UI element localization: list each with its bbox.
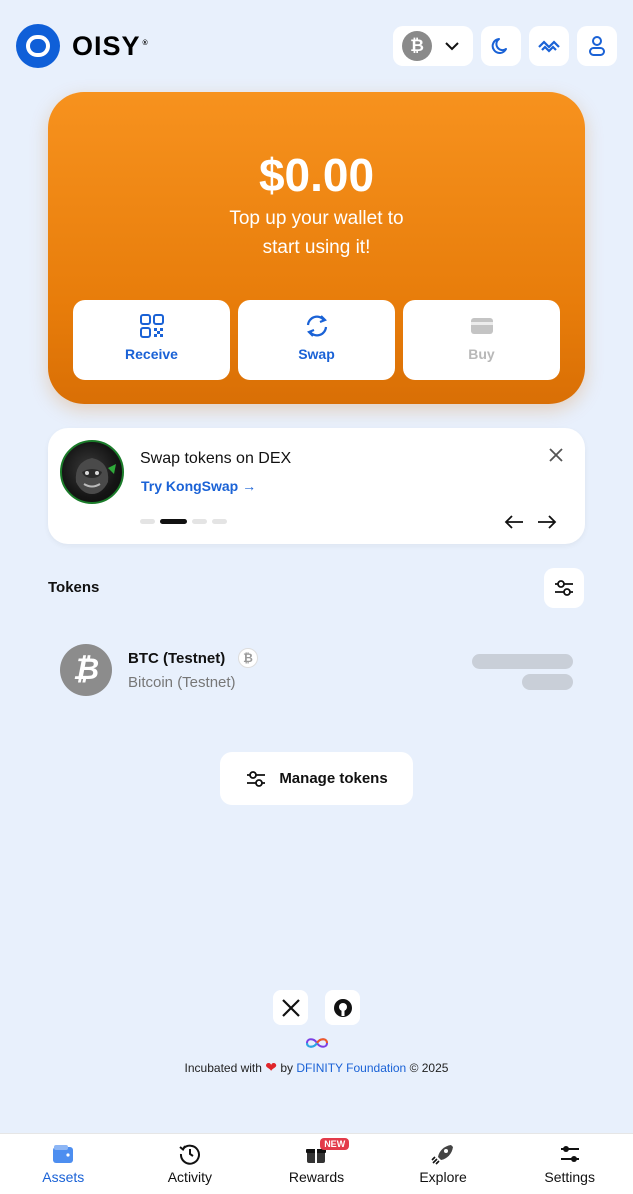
moon-icon [491,38,507,54]
swap-label: Swap [298,346,335,362]
bitcoin-icon: ₿ [402,31,432,61]
x-logo-icon [281,998,300,1017]
nav-settings[interactable]: Settings [506,1134,633,1194]
promo-card: Swap tokens on DEX Try KongSwap → [48,428,585,544]
carousel-dots [140,519,227,524]
swap-icon [306,315,327,337]
x-twitter-link[interactable] [273,990,308,1025]
topup-message: Top up your wallet to start using it! [229,208,404,258]
manage-tokens-button[interactable]: Manage tokens [220,752,413,805]
rocket-icon [431,1145,454,1165]
header: OISY ® ₿ [0,0,633,92]
carousel-next-button[interactable] [535,510,559,534]
token-name: BTC (Testnet) [128,650,226,667]
carousel-prev-button[interactable] [502,510,526,534]
carousel-dot[interactable] [140,519,155,524]
nav-rewards[interactable]: NEW Rewards [253,1134,380,1194]
nav-assets[interactable]: Assets [0,1134,127,1194]
dfinity-infinity-icon [305,1038,329,1048]
token-subtitle: Bitcoin (Testnet) [128,674,236,691]
network-badge-bitcoin-icon: ₿ [238,648,258,668]
carousel-dot[interactable] [212,519,227,524]
wallet-icon [53,1145,74,1163]
oisy-logo-mark-icon [16,24,60,68]
kongswap-link[interactable]: Try KongSwap → [141,478,256,494]
promo-title: Swap tokens on DEX [140,450,292,467]
logo-wordmark: OISY ® [72,30,149,61]
user-icon [589,36,605,56]
waves-icon [538,40,560,53]
token-filter-button[interactable] [544,568,584,608]
buy-button[interactable]: Buy [403,300,560,380]
arrow-left-icon [504,515,523,529]
close-icon [549,448,563,462]
bottom-nav: Assets Activity NEW Rewards Explore Sett… [0,1133,633,1194]
usd-skeleton [522,674,573,690]
chevron-down-icon [445,42,459,51]
balance-skeleton [472,654,573,669]
waves-button[interactable] [529,26,569,66]
receive-button[interactable]: Receive [73,300,230,380]
buy-label: Buy [468,346,495,362]
receive-label: Receive [125,346,178,362]
arrow-right-icon [538,515,557,529]
heart-icon: ❤ [265,1059,278,1075]
swap-button[interactable]: Swap [238,300,395,380]
network-selector-button[interactable]: ₿ [393,26,473,66]
kongswap-gorilla-image [60,440,124,504]
qr-code-icon [139,314,164,338]
new-badge: NEW [320,1138,350,1150]
nav-explore[interactable]: Explore [380,1134,507,1194]
close-button[interactable] [545,444,567,466]
user-button[interactable] [577,26,617,66]
sliders-icon [247,770,266,787]
sliders-icon [560,1146,579,1162]
nav-activity[interactable]: Activity [127,1134,254,1194]
github-link[interactable] [325,990,360,1025]
token-row[interactable]: ₿ BTC (Testnet) ₿ Bitcoin (Testnet) [60,644,574,696]
github-icon [333,998,352,1017]
bitcoin-icon: ₿ [60,644,112,696]
incubated-footer: Incubated with ❤ by DFINITY Foundation ©… [184,1059,449,1075]
tokens-heading: Tokens [48,579,100,596]
carousel-dot[interactable] [192,519,207,524]
carousel-dot-active[interactable] [160,519,187,524]
sliders-icon [555,580,573,596]
dfinity-link[interactable]: DFINITY Foundation [296,1061,406,1075]
balance-amount: $0.00 [258,149,375,201]
credit-card-icon [470,318,493,334]
theme-toggle-button[interactable] [481,26,521,66]
oisy-logo[interactable]: OISY ® [16,24,149,68]
manage-tokens-label: Manage tokens [279,770,388,787]
history-icon [179,1144,200,1165]
